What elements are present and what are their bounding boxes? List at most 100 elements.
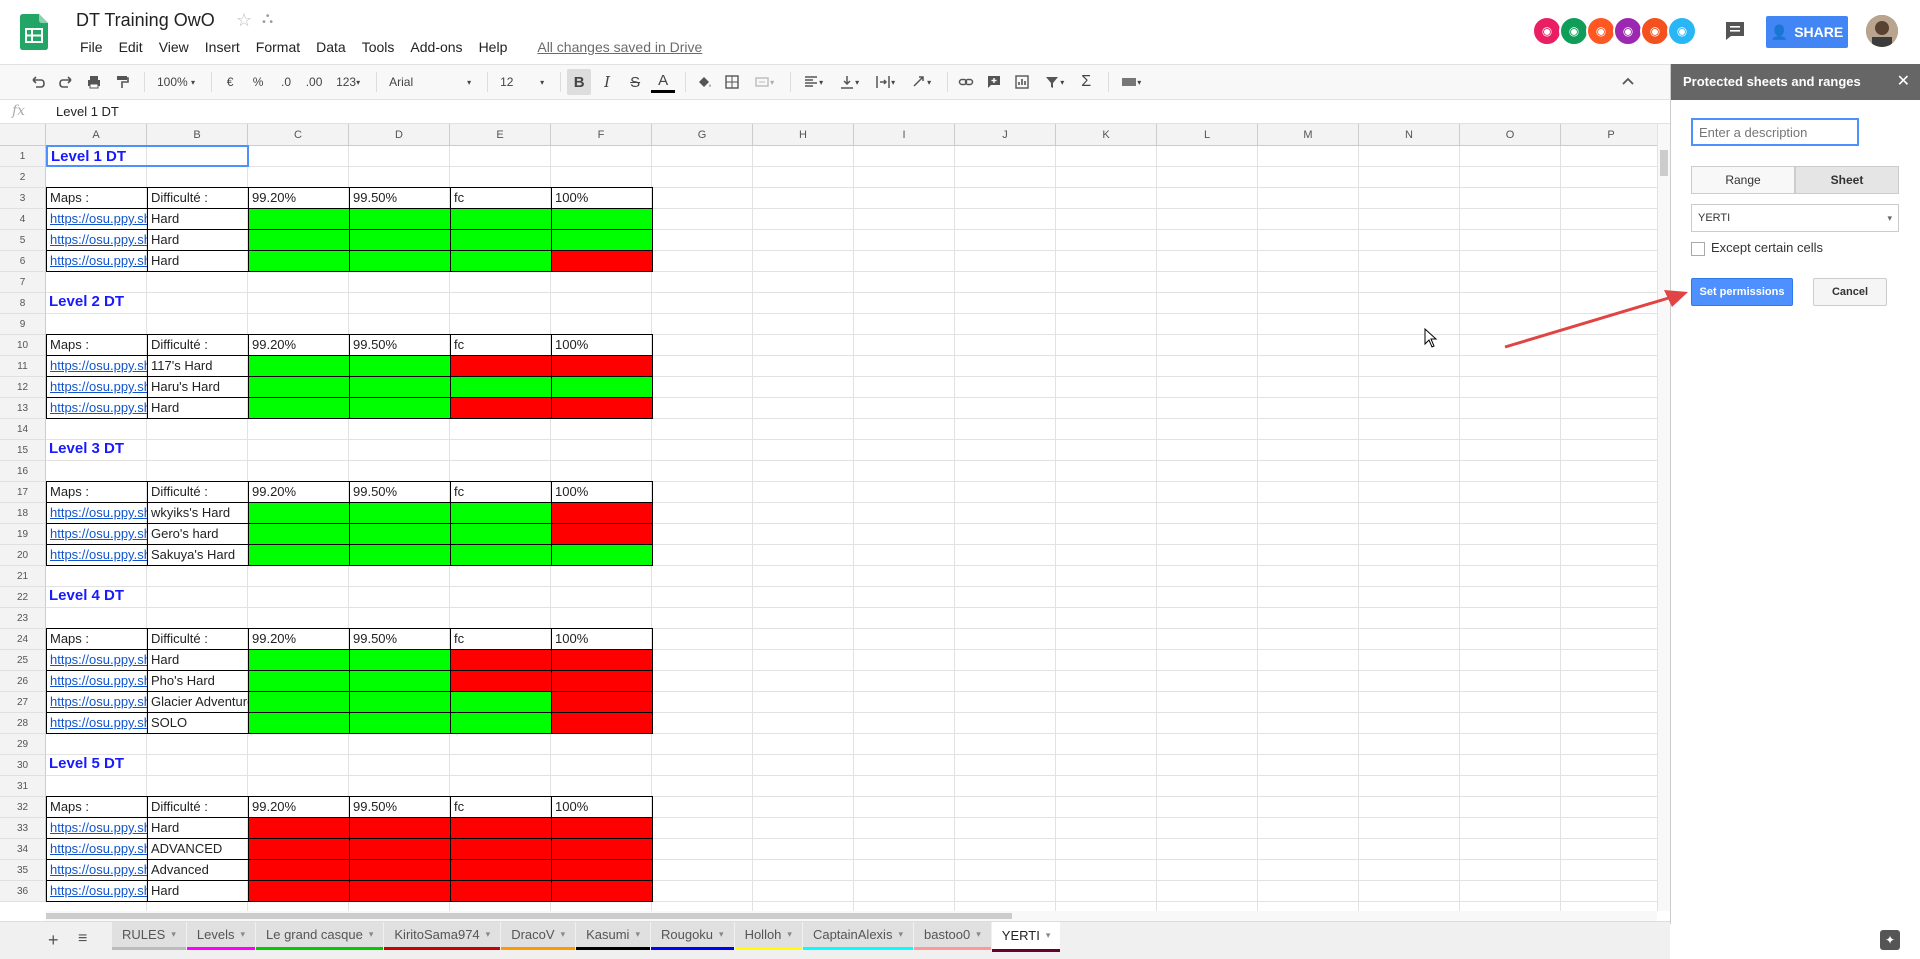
difficulty-cell[interactable]: Hard (147, 817, 249, 839)
status-cell-pass[interactable] (450, 691, 552, 713)
status-cell-pass[interactable] (450, 376, 552, 398)
column-label-cell[interactable]: 100% (551, 628, 653, 650)
row-header[interactable]: 7 (0, 272, 46, 293)
status-cell-fail[interactable] (349, 859, 451, 881)
collaborator-avatar[interactable]: ◉ (1586, 16, 1616, 46)
column-label-cell[interactable]: 100% (551, 481, 653, 503)
row-header[interactable]: 6 (0, 251, 46, 272)
row-header[interactable]: 18 (0, 503, 46, 524)
difficulty-cell[interactable]: Hard (147, 397, 249, 419)
drive-folder-icon[interactable]: ⛬ (262, 10, 273, 28)
status-cell-fail[interactable] (450, 817, 552, 839)
difficulty-cell[interactable]: Hard (147, 250, 249, 272)
sheet-tab[interactable]: RULES ▾ (112, 922, 186, 950)
share-button[interactable]: 👤 SHARE (1766, 16, 1848, 48)
level-title[interactable]: Level 2 DT (46, 292, 249, 314)
row-header[interactable]: 24 (0, 629, 46, 650)
map-link-cell[interactable]: https://osu.ppy.sh (46, 838, 148, 860)
map-link-cell[interactable]: https://osu.ppy.sh (46, 208, 148, 230)
status-cell-pass[interactable] (349, 208, 451, 230)
status-cell-pass[interactable] (551, 376, 653, 398)
status-cell-pass[interactable] (248, 355, 350, 377)
sheet-tab[interactable]: KiritoSama974 ▾ (384, 922, 501, 950)
level-title[interactable]: Level 3 DT (46, 439, 249, 461)
status-cell-fail[interactable] (551, 649, 653, 671)
status-cell-pass[interactable] (248, 523, 350, 545)
column-label-cell[interactable]: Difficulté : (147, 628, 249, 650)
print-icon[interactable] (82, 69, 106, 95)
column-header[interactable]: N (1359, 124, 1460, 146)
column-header[interactable]: O (1460, 124, 1561, 146)
column-label-cell[interactable]: 100% (551, 334, 653, 356)
status-cell-fail[interactable] (450, 397, 552, 419)
increase-decimal-button[interactable]: .00 (302, 69, 326, 95)
status-cell-pass[interactable] (349, 397, 451, 419)
difficulty-cell[interactable]: 117's Hard (147, 355, 249, 377)
status-cell-pass[interactable] (450, 502, 552, 524)
row-header[interactable]: 12 (0, 377, 46, 398)
row-header[interactable]: 21 (0, 566, 46, 587)
chevron-down-icon[interactable]: ▾ (369, 929, 374, 940)
row-header[interactable]: 3 (0, 188, 46, 209)
text-color-button[interactable]: A (651, 71, 676, 93)
column-header[interactable]: J (955, 124, 1056, 146)
column-label-cell[interactable]: Maps : (46, 481, 148, 503)
row-header[interactable]: 19 (0, 524, 46, 545)
status-cell-fail[interactable] (551, 817, 653, 839)
difficulty-cell[interactable]: Gero's hard (147, 523, 249, 545)
status-cell-fail[interactable] (450, 859, 552, 881)
horizontal-align-icon[interactable]: ▾ (797, 69, 829, 95)
column-header[interactable]: C (248, 124, 349, 146)
status-cell-pass[interactable] (349, 355, 451, 377)
status-cell-fail[interactable] (450, 670, 552, 692)
row-header[interactable]: 31 (0, 776, 46, 797)
functions-icon[interactable]: Σ (1074, 69, 1098, 95)
row-header[interactable]: 11 (0, 356, 46, 377)
row-header[interactable]: 32 (0, 797, 46, 818)
column-header[interactable]: A (46, 124, 147, 146)
sheet-tab[interactable]: Sheet (1795, 166, 1899, 194)
zoom-dropdown[interactable]: 100% ▾ (151, 69, 201, 95)
status-cell-pass[interactable] (248, 712, 350, 734)
percent-button[interactable]: % (246, 69, 270, 95)
row-header[interactable]: 5 (0, 230, 46, 251)
column-label-cell[interactable]: 99.20% (248, 796, 350, 818)
status-cell-fail[interactable] (450, 355, 552, 377)
status-cell-pass[interactable] (551, 544, 653, 566)
level-title[interactable]: Level 4 DT (46, 586, 249, 608)
status-cell-fail[interactable] (551, 523, 653, 545)
row-header[interactable]: 14 (0, 419, 46, 440)
status-cell-fail[interactable] (450, 880, 552, 902)
menu-help[interactable]: Help (471, 37, 516, 57)
filter-icon[interactable]: ▾ (1038, 69, 1070, 95)
difficulty-cell[interactable]: Hard (147, 229, 249, 251)
spreadsheet-grid[interactable]: ABCDEFGHIJKLMNOP 1 2 3 4 5 6 7 8 9 10 11 12 13 14 15 16… (0, 124, 1657, 911)
column-label-cell[interactable]: 99.50% (349, 334, 451, 356)
status-cell-pass[interactable] (349, 502, 451, 524)
collaborator-avatar[interactable]: ◉ (1640, 16, 1670, 46)
menu-file[interactable]: File (72, 37, 111, 57)
column-label-cell[interactable]: 100% (551, 187, 653, 209)
bold-button[interactable]: B (567, 69, 592, 95)
number-format-dropdown[interactable]: 123 ▾ (330, 69, 366, 95)
column-header[interactable]: G (652, 124, 753, 146)
status-cell-pass[interactable] (248, 397, 350, 419)
row-header[interactable]: 4 (0, 209, 46, 230)
chevron-down-icon[interactable]: ▾ (976, 929, 981, 940)
fill-color-icon[interactable] (692, 69, 716, 95)
map-link-cell[interactable]: https://osu.ppy.sh (46, 817, 148, 839)
difficulty-cell[interactable]: Sakuya's Hard (147, 544, 249, 566)
save-status[interactable]: All changes saved in Drive (529, 37, 710, 57)
row-header[interactable]: 36 (0, 881, 46, 902)
map-link-cell[interactable]: https://osu.ppy.sh (46, 691, 148, 713)
column-label-cell[interactable]: 99.50% (349, 187, 451, 209)
sheet-tab[interactable]: bastoo0 ▾ (913, 922, 991, 950)
select-all-corner[interactable] (0, 124, 46, 146)
text-rotation-icon[interactable]: ▾ (905, 69, 937, 95)
row-header[interactable]: 8 (0, 293, 46, 314)
map-link-cell[interactable]: https://osu.ppy.sh (46, 376, 148, 398)
column-label-cell[interactable]: 99.50% (349, 796, 451, 818)
map-link-cell[interactable]: https://osu.ppy.sh (46, 355, 148, 377)
description-input[interactable] (1691, 118, 1859, 146)
column-header[interactable]: B (147, 124, 248, 146)
